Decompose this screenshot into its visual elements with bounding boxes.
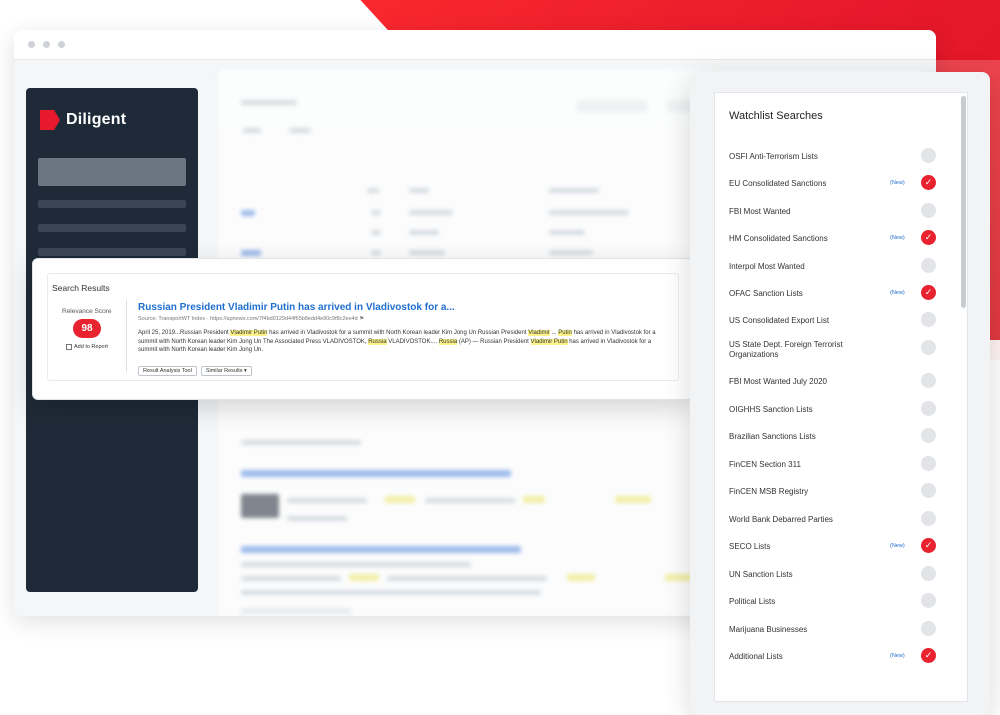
sidebar-item[interactable] <box>38 224 186 232</box>
highlighted-term: Vladimir Putin <box>530 338 568 345</box>
article-source: Source: TransportWT Index - https://apne… <box>138 316 364 322</box>
snippet-text: April 25, 2019...Russian President <box>138 330 231 336</box>
unchecked-circle-icon[interactable] <box>921 511 936 526</box>
flag-icon[interactable]: ⚑ <box>359 316 364 322</box>
relevance-score-badge: 98 <box>73 319 101 338</box>
new-badge: (New) <box>890 180 905 186</box>
watchlist-item-label: FBI Most Wanted <box>729 207 791 216</box>
result-analysis-tool-button[interactable]: Result Analysis Tool <box>138 366 197 376</box>
unchecked-circle-icon[interactable] <box>921 401 936 416</box>
watchlist-item-label: UN Sanction Lists <box>729 570 793 579</box>
window-dot-2[interactable] <box>43 41 50 48</box>
watchlist-item-label: Interpol Most Wanted <box>729 262 805 271</box>
unchecked-circle-icon[interactable] <box>921 258 936 273</box>
unchecked-circle-icon[interactable] <box>921 566 936 581</box>
new-badge: (New) <box>890 543 905 549</box>
highlighted-term: Vladimir Putin <box>230 330 268 336</box>
diligent-logo-icon <box>40 110 60 130</box>
watchlist-item-label: Additional Lists <box>729 652 783 661</box>
watchlist-item-label: FinCEN MSB Registry <box>729 487 809 496</box>
highlighted-term: Vladimir <box>528 330 550 336</box>
unchecked-circle-icon[interactable] <box>921 203 936 218</box>
watchlist-item-label: US State Dept. Foreign Terrorist Organiz… <box>729 340 843 359</box>
unchecked-circle-icon[interactable] <box>921 148 936 163</box>
unchecked-circle-icon[interactable] <box>921 483 936 498</box>
unchecked-circle-icon[interactable] <box>921 340 936 355</box>
watchlist-item-label: Brazilian Sanctions Lists <box>729 432 816 441</box>
checked-circle-icon[interactable]: ✓ <box>921 230 936 245</box>
add-to-report-checkbox[interactable]: Add to Report <box>66 344 108 350</box>
snippet-text: has arrived in Vladivostok for a summit … <box>267 330 529 336</box>
unchecked-circle-icon[interactable] <box>921 593 936 608</box>
article-source-text: Source: TransportWT Index - https://apne… <box>138 316 358 322</box>
window-dot-3[interactable] <box>58 41 65 48</box>
new-badge: (New) <box>890 235 905 241</box>
article-title-link[interactable]: Russian President Vladimir Putin has arr… <box>138 302 455 313</box>
new-badge: (New) <box>890 653 905 659</box>
article-actions: Result Analysis Tool Similar Results ▾ <box>138 366 252 376</box>
relevance-score-label: Relevance Score <box>62 308 112 315</box>
divider <box>126 300 127 372</box>
watchlist-item-label: OSFI Anti-Terrorism Lists <box>729 152 818 161</box>
checked-circle-icon[interactable]: ✓ <box>921 648 936 663</box>
highlighted-term: Russia <box>368 338 387 345</box>
window-titlebar <box>14 30 936 60</box>
watchlist-title: Watchlist Searches <box>729 110 823 122</box>
watchlist-item-label: EU Consolidated Sanctions <box>729 179 827 188</box>
watchlist-item-label: World Bank Debarred Parties <box>729 515 833 524</box>
snippet-text: ... <box>549 330 559 336</box>
brand-logo[interactable]: Diligent <box>40 110 126 130</box>
search-results-card: Search Results Relevance Score 98 Add to… <box>32 258 694 400</box>
unchecked-circle-icon[interactable] <box>921 621 936 636</box>
new-badge: (New) <box>890 290 905 296</box>
checkbox-icon[interactable] <box>66 344 72 350</box>
watchlist-item-label: HM Consolidated Sanctions <box>729 234 828 243</box>
sidebar-item[interactable] <box>38 248 186 256</box>
checked-circle-icon[interactable]: ✓ <box>921 538 936 553</box>
checked-circle-icon[interactable]: ✓ <box>921 285 936 300</box>
sidebar-item-active[interactable] <box>38 158 186 186</box>
watchlist-item-label: SECO Lists <box>729 542 771 551</box>
watchlist-item-label: US Consolidated Export List <box>729 316 830 325</box>
watchlist-item-label: OFAC Sanction Lists <box>729 289 803 298</box>
search-result-panel: Search Results Relevance Score 98 Add to… <box>47 273 679 381</box>
watchlist-item-label: FinCEN Section 311 <box>729 460 801 469</box>
similar-results-button[interactable]: Similar Results ▾ <box>200 366 252 376</box>
watchlist-item-label: Marijuana Businesses <box>729 625 808 634</box>
sidebar-item[interactable] <box>38 200 186 208</box>
snippet-text: VLADIVOSTOK.... <box>386 338 439 345</box>
unchecked-circle-icon[interactable] <box>921 456 936 471</box>
checked-circle-icon[interactable]: ✓ <box>921 175 936 190</box>
unchecked-circle-icon[interactable] <box>921 312 936 327</box>
unchecked-circle-icon[interactable] <box>921 373 936 388</box>
article-snippet: April 25, 2019...Russian President Vladi… <box>138 329 658 355</box>
watchlist-panel: Watchlist Searches OSFI Anti-Terrorism L… <box>714 92 968 702</box>
snippet-text: (AP) — Russian President <box>457 338 531 345</box>
watchlist-item-label: FBI Most Wanted July 2020 <box>729 377 827 386</box>
unchecked-circle-icon[interactable] <box>921 428 936 443</box>
brand-name: Diligent <box>66 111 127 128</box>
search-results-heading: Search Results <box>52 283 110 293</box>
watchlist-scrollbar[interactable] <box>961 96 966 308</box>
watchlist-item-label: OIGHHS Sanction Lists <box>729 405 813 414</box>
highlighted-term: Putin <box>558 330 572 336</box>
watchlist-item-label: Political Lists <box>729 597 776 606</box>
highlighted-term: Russia <box>438 338 458 345</box>
window-dot-1[interactable] <box>28 41 35 48</box>
add-to-report-label: Add to Report <box>74 344 108 350</box>
